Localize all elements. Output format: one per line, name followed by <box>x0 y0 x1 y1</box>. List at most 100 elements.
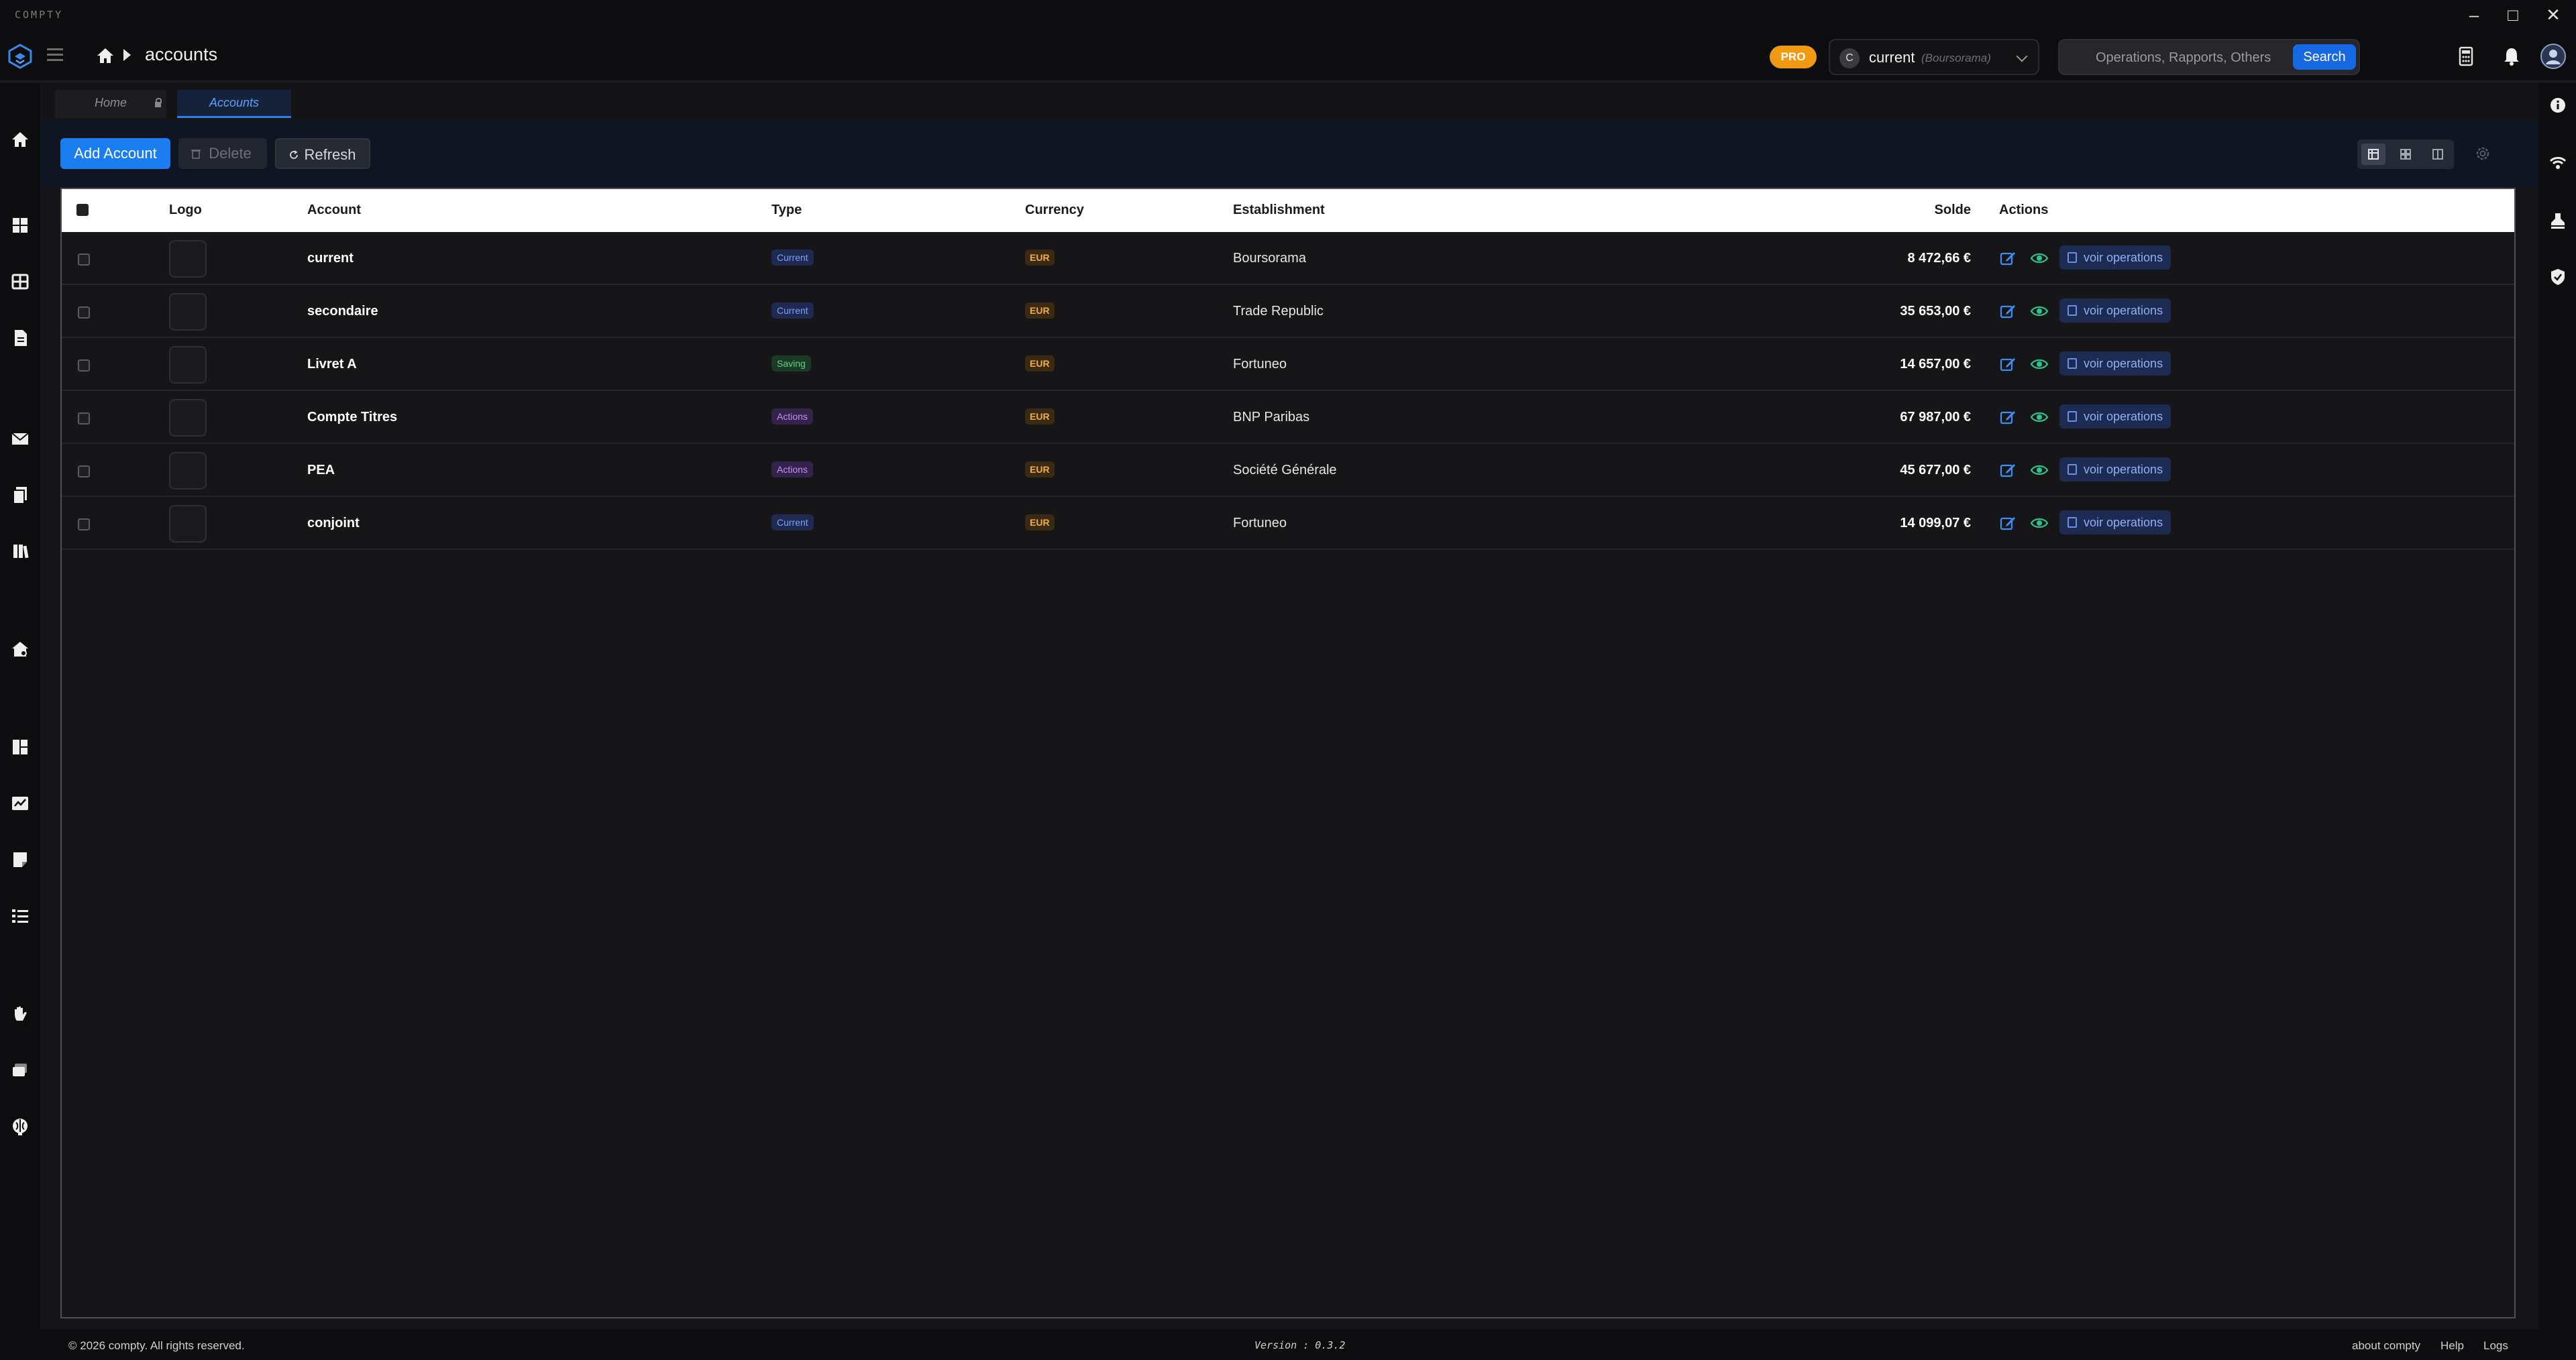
currency-badge: EUR <box>1025 408 1055 424</box>
view-operations-button[interactable]: voir operations <box>2059 298 2171 323</box>
view-operations-button[interactable]: voir operations <box>2059 245 2171 270</box>
edit-icon[interactable] <box>1999 302 2017 320</box>
bell-icon[interactable] <box>2501 46 2522 67</box>
row-checkbox[interactable] <box>78 306 90 319</box>
table-row[interactable]: Livret A Saving EUR Fortuneo 14 657,00 €… <box>62 338 2514 391</box>
books-icon[interactable] <box>9 541 31 562</box>
account-selector[interactable]: C current (Boursorama) <box>1829 39 2039 75</box>
edit-icon[interactable] <box>1999 461 2017 479</box>
row-checkbox[interactable] <box>78 359 90 372</box>
hand-icon[interactable] <box>9 1003 31 1025</box>
establishment-name: Fortuneo <box>1233 516 1287 530</box>
table-row[interactable]: PEA Actions EUR Société Générale 45 677,… <box>62 444 2514 497</box>
brain-icon[interactable] <box>9 1116 31 1137</box>
app-name: COMPTY <box>15 9 64 21</box>
edit-icon[interactable] <box>1999 355 2017 373</box>
view-operations-label: voir operations <box>2084 516 2163 529</box>
split-view-icon <box>2432 149 2443 160</box>
table-row[interactable]: secondaire Current EUR Trade Republic 35… <box>62 285 2514 338</box>
about-link[interactable]: about compty <box>2352 1339 2420 1353</box>
refresh-button[interactable]: Refresh <box>275 138 370 169</box>
menu-toggle-icon[interactable] <box>47 48 63 62</box>
table-row[interactable]: conjoint Current EUR Fortuneo 14 099,07 … <box>62 497 2514 550</box>
row-checkbox[interactable] <box>78 412 90 424</box>
account-logo <box>169 452 207 490</box>
house-settings-icon[interactable] <box>9 638 31 660</box>
view-eye-icon[interactable] <box>2030 461 2049 479</box>
files-icon[interactable] <box>9 484 31 506</box>
table-row[interactable]: current Current EUR Boursorama 8 472,66 … <box>62 232 2514 285</box>
tab-home[interactable]: Home <box>55 90 166 118</box>
minimize-button[interactable]: – <box>2461 3 2487 27</box>
left-sidebar <box>0 83 40 1360</box>
layout-icon[interactable] <box>9 736 31 758</box>
help-link[interactable]: Help <box>2440 1339 2464 1353</box>
view-operations-button[interactable]: voir operations <box>2059 351 2171 376</box>
search-button[interactable]: Search <box>2293 44 2356 70</box>
grid-icon[interactable] <box>9 271 31 292</box>
header-currency: Currency <box>1025 203 1084 217</box>
table-row[interactable]: Compte Titres Actions EUR BNP Paribas 67… <box>62 391 2514 444</box>
view-operations-button[interactable]: voir operations <box>2059 404 2171 429</box>
settings-gear-icon[interactable] <box>2474 145 2491 162</box>
edit-icon[interactable] <box>1999 408 2017 426</box>
establishment-name: Trade Republic <box>1233 304 1324 319</box>
app-logo-icon[interactable] <box>7 43 34 70</box>
establishment-name: Boursorama <box>1233 251 1306 266</box>
view-operations-button[interactable]: voir operations <box>2059 510 2171 534</box>
accounts-table: Logo Account Type Currency Establishment… <box>60 188 2516 1318</box>
split-view-button[interactable] <box>2426 144 2450 165</box>
edit-icon[interactable] <box>1999 249 2017 267</box>
close-button[interactable]: ✕ <box>2540 3 2567 27</box>
global-search[interactable]: Operations, Rapports, Others Search <box>2058 39 2360 75</box>
search-input[interactable]: Operations, Rapports, Others <box>2096 50 2271 66</box>
delete-button[interactable]: Delete <box>178 138 267 169</box>
trash-icon <box>191 150 201 159</box>
maximize-button[interactable]: □ <box>2500 3 2526 27</box>
home-icon[interactable] <box>9 129 31 150</box>
chart-card-icon[interactable] <box>9 793 31 814</box>
grid-view-button[interactable] <box>2394 144 2418 165</box>
view-eye-icon[interactable] <box>2030 408 2049 426</box>
note-icon[interactable] <box>9 849 31 870</box>
account-logo <box>169 346 207 384</box>
dashboard-icon[interactable] <box>9 215 31 236</box>
document-icon[interactable] <box>9 327 31 349</box>
chevron-down-icon <box>2016 50 2028 62</box>
signal-icon[interactable] <box>2548 153 2568 173</box>
header-actions: Actions <box>1999 203 2049 217</box>
calculator-icon[interactable] <box>2455 46 2477 67</box>
header-type: Type <box>771 203 802 217</box>
shield-icon[interactable] <box>2548 267 2568 287</box>
add-account-button[interactable]: Add Account <box>60 138 170 169</box>
edit-icon[interactable] <box>1999 514 2017 532</box>
lock-icon <box>155 98 162 107</box>
tab-bar: Home Accounts <box>40 83 2538 121</box>
mail-icon[interactable] <box>9 428 31 449</box>
cards-icon[interactable] <box>9 1060 31 1081</box>
view-eye-icon[interactable] <box>2030 249 2049 267</box>
view-operations-button[interactable]: voir operations <box>2059 457 2171 481</box>
currency-badge: EUR <box>1025 249 1055 266</box>
operations-icon <box>2068 517 2077 528</box>
row-checkbox[interactable] <box>78 465 90 477</box>
select-all-checkbox[interactable] <box>76 204 89 216</box>
row-checkbox[interactable] <box>78 253 90 266</box>
view-eye-icon[interactable] <box>2030 514 2049 532</box>
header-account: Account <box>307 203 361 217</box>
tab-accounts[interactable]: Accounts <box>177 90 291 118</box>
table-view-button[interactable] <box>2361 144 2385 165</box>
checklist-icon[interactable] <box>9 905 31 927</box>
logs-link[interactable]: Logs <box>2483 1339 2508 1353</box>
account-selector-name: current <box>1869 49 1915 66</box>
type-badge: Saving <box>771 355 811 372</box>
row-checkbox[interactable] <box>78 518 90 530</box>
info-icon[interactable] <box>2548 95 2568 115</box>
balance-value: 14 099,07 € <box>1900 516 1971 530</box>
stamp-icon[interactable] <box>2548 211 2568 231</box>
view-eye-icon[interactable] <box>2030 302 2049 320</box>
breadcrumb-home-icon[interactable] <box>95 46 115 66</box>
balance-value: 35 653,00 € <box>1900 304 1971 319</box>
view-eye-icon[interactable] <box>2030 355 2049 373</box>
user-avatar-icon[interactable] <box>2540 43 2567 70</box>
